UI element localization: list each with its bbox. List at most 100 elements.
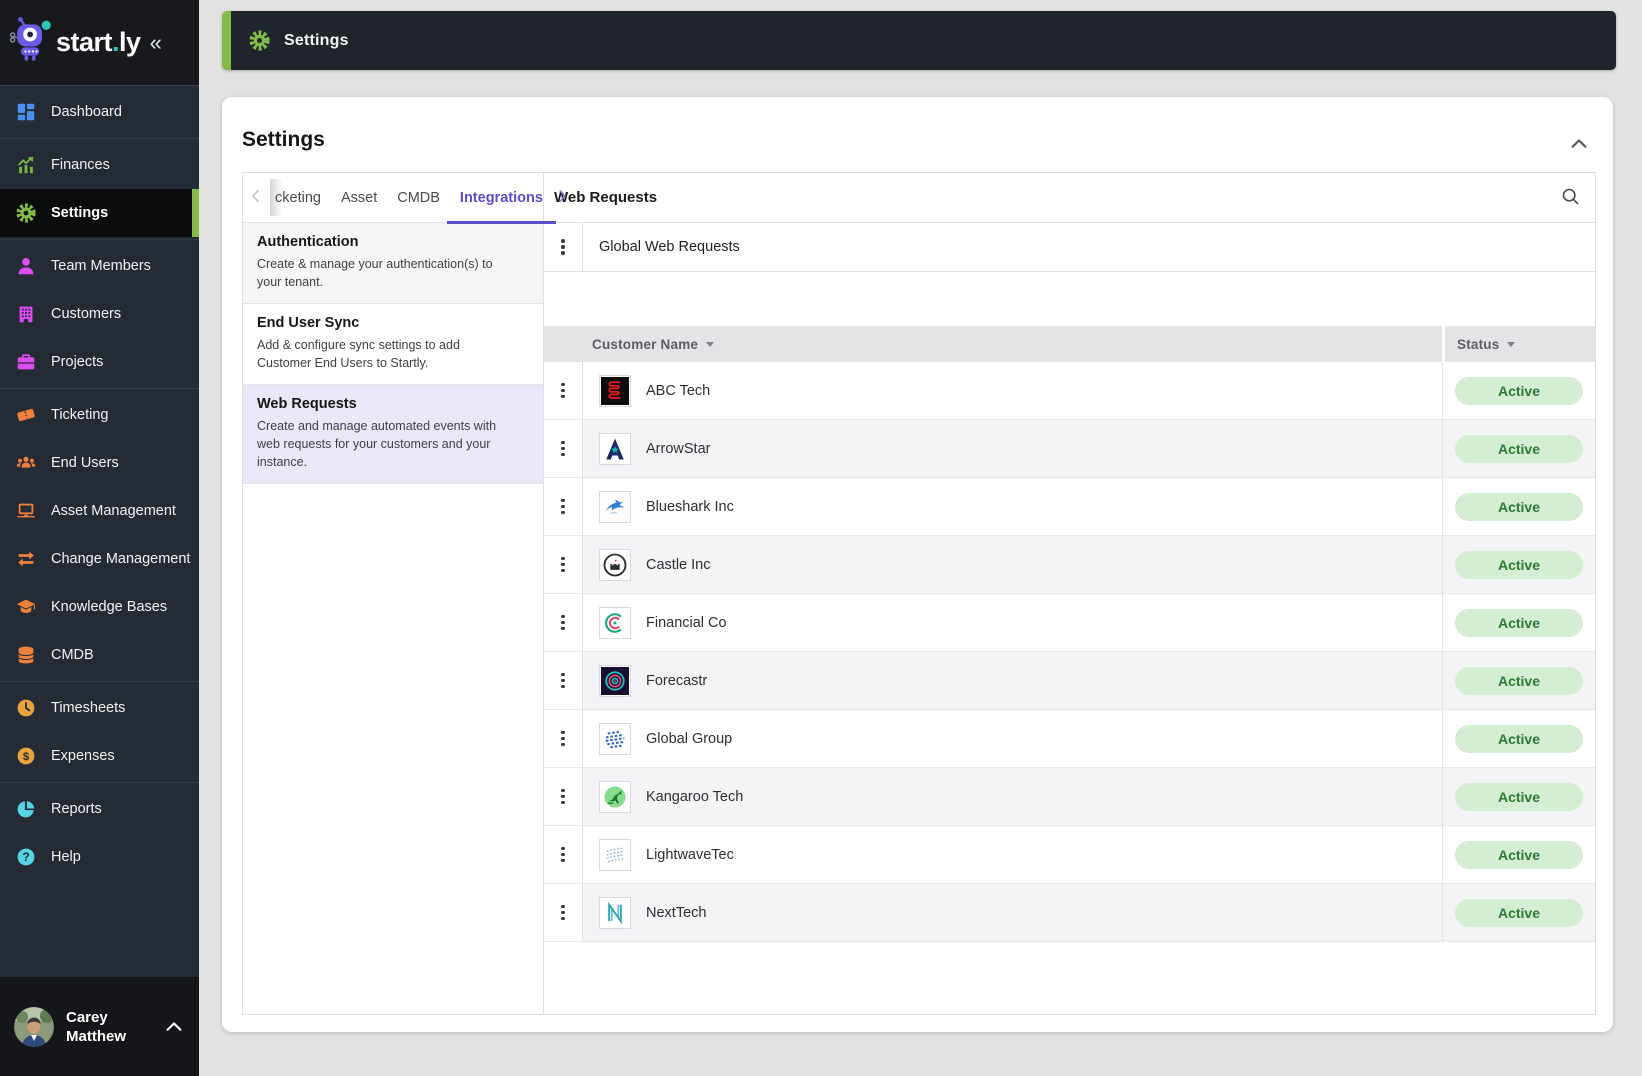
sidebar-group: Team Members Customers Projects [0,240,199,389]
submenu-item-web-requests[interactable]: Web Requests Create and manage automated… [243,385,543,484]
table-row[interactable]: Castle Inc Active [544,536,1595,594]
sidebar-item-projects[interactable]: Projects [0,338,199,386]
sidebar-item-expenses[interactable]: $ Expenses [0,732,199,780]
card-collapse-button[interactable] [1567,133,1591,157]
row-menu-kebab-icon[interactable] [555,377,571,405]
customer-name: NextTech [646,904,707,921]
arrowstar-logo-icon [599,432,631,465]
dollar-icon: $ [14,744,38,768]
table-row[interactable]: NextTech Active [544,884,1595,942]
table-row[interactable]: LightwaveTec Active [544,826,1595,884]
chevron-left-icon [247,187,265,208]
kebab-cell [544,768,583,825]
row-menu-kebab-icon[interactable] [555,609,571,637]
ticket-icon [14,403,38,427]
sidebar-group: Dashboard [0,86,199,139]
global-web-requests-row[interactable]: Global Web Requests [544,223,1595,272]
pie-chart-icon [14,797,38,821]
status-badge: Active [1455,666,1583,695]
row-menu-kebab-icon[interactable] [555,783,571,811]
row-menu-kebab-icon[interactable] [555,551,571,579]
question-icon: ? [14,845,38,869]
sidebar-item-help[interactable]: ? Help [0,833,199,881]
row-menu-kebab-icon[interactable] [555,725,571,753]
kangaroo-logo-icon [599,780,631,813]
graduation-cap-icon [14,595,38,619]
chevron-right-icon [553,187,571,208]
tab-cketing[interactable]: cketing [265,173,331,223]
blueshark-logo-icon [599,490,631,523]
sidebar-item-timesheets[interactable]: Timesheets [0,684,199,732]
tab-asset[interactable]: Asset [331,173,387,223]
column-header-customer-name[interactable]: Customer Name [544,337,1442,352]
sidebar-item-ticketing[interactable]: Ticketing [0,391,199,439]
sidebar-group: Finances Settings [0,139,199,240]
sidebar-item-settings[interactable]: Settings [0,189,199,237]
row-menu-kebab-icon[interactable] [555,493,571,521]
customer-name: Forecastr [646,672,708,689]
search-icon [1560,188,1581,210]
status-badge: Active [1455,376,1583,405]
status-badge: Active [1455,782,1583,811]
customer-name: Kangaroo Tech [646,788,744,805]
sidebar-item-team-members[interactable]: Team Members [0,242,199,290]
column-header-status[interactable]: Status [1442,326,1595,362]
table-row[interactable]: Forecastr Active [544,652,1595,710]
gear-icon [14,201,38,225]
sidebar-item-asset-management[interactable]: Asset Management [0,487,199,535]
tabs: cketing Asset CMDB Integrations [243,173,566,224]
panel-titlebar: Web Requests [544,173,1595,223]
customer-name: Castle Inc [646,556,711,573]
kebab-cell [544,710,583,767]
kebab-cell [544,536,583,593]
global-group-logo-icon [599,722,631,755]
submenu-list: Authentication Create & manage your auth… [243,223,543,484]
row-menu-kebab-icon[interactable] [555,435,571,463]
table-row[interactable]: Blueshark Inc Active [544,478,1595,536]
customer-name: Financial Co [646,614,727,631]
tab-integrations[interactable]: Integrations [446,173,556,224]
svg-text:?: ? [22,850,29,864]
tabs-prev-button[interactable] [247,183,265,213]
table-row[interactable]: ABC Tech Active [544,362,1595,420]
user-menu[interactable]: Carey Matthew [0,977,199,1076]
row-menu-kebab-icon[interactable] [555,841,571,869]
row-menu-kebab-icon[interactable] [555,667,571,695]
table-row[interactable]: Global Group Active [544,710,1595,768]
integrations-submenu: cketing Asset CMDB Integrations Authenticat… [243,173,566,1014]
submenu-item-authentication[interactable]: Authentication Create & manage your auth… [243,223,543,304]
chevron-up-icon[interactable] [163,1016,185,1038]
sidebar-item-cmdb[interactable]: CMDB [0,631,199,679]
people-icon [14,451,38,475]
search-button[interactable] [1557,185,1583,211]
status-badge: Active [1455,550,1583,579]
sidebar-item-finances[interactable]: Finances [0,141,199,189]
sidebar-item-change-management[interactable]: Change Management [0,535,199,583]
sidebar-group: Reports ? Help [0,783,199,883]
sidebar-item-dashboard[interactable]: Dashboard [0,88,199,136]
sidebar: start.ly « Dashboard Finances Settings T… [0,0,199,1076]
tabs-next-button[interactable] [553,183,571,213]
tab-cmdb[interactable]: CMDB [387,173,450,223]
sidebar-item-customers[interactable]: Customers [0,290,199,338]
row-menu-kebab-icon[interactable] [555,899,571,927]
sidebar-item-reports[interactable]: Reports [0,785,199,833]
table-row[interactable]: ArrowStar Active [544,420,1595,478]
gear-icon [248,29,271,52]
sidebar-item-end-users[interactable]: End Users [0,439,199,487]
table-row[interactable]: Financial Co Active [544,594,1595,652]
submenu-item-end-user-sync[interactable]: End User Sync Add & configure sync setti… [243,304,543,385]
sidebar-collapse-button[interactable]: « [150,30,162,56]
sidebar-item-knowledge-bases[interactable]: Knowledge Bases [0,583,199,631]
nexttech-logo-icon [599,896,631,929]
app-root: start.ly « Dashboard Finances Settings T… [0,0,1642,1076]
status-badge: Active [1455,492,1583,521]
customer-name: Global Group [646,730,733,747]
customer-name: ArrowStar [646,440,711,457]
global-row-kebab-icon[interactable] [555,233,571,261]
svg-text:$: $ [23,751,30,763]
table-row[interactable]: Kangaroo Tech Active [544,768,1595,826]
kebab-cell [544,223,583,271]
kebab-cell [544,420,583,477]
abc-tech-logo-icon [599,374,631,407]
